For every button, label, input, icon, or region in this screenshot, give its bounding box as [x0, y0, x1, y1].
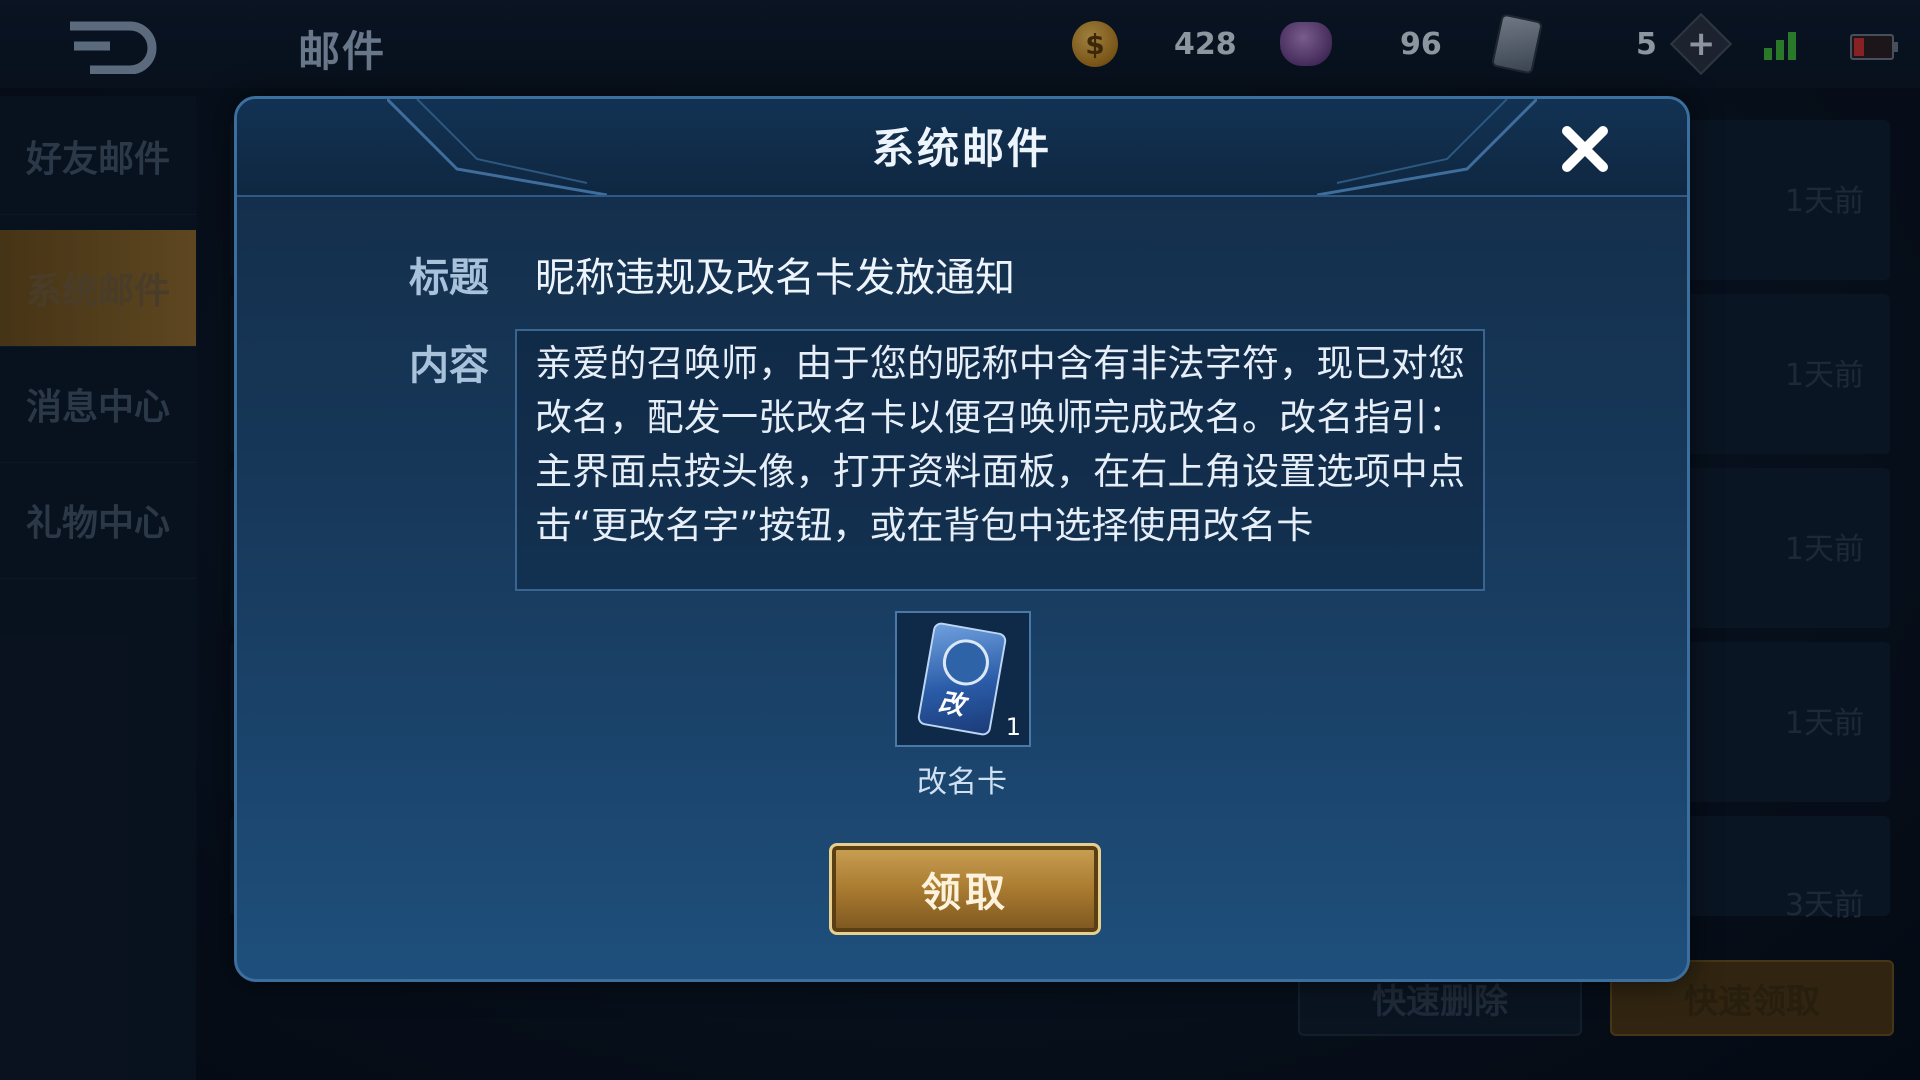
attachment-slot[interactable]: 改 1 [895, 611, 1031, 747]
dialog-title: 系统邮件 [871, 124, 1052, 173]
dialog-header: 系统邮件 [237, 99, 1687, 197]
subject-label: 标题 [409, 255, 489, 301]
emblem-icon [939, 635, 993, 690]
mail-subject: 昵称违规及改名卡发放通知 [535, 255, 1015, 301]
claim-button[interactable]: 领取 [829, 843, 1101, 935]
attachment-count: 1 [1005, 713, 1021, 741]
content-scroll-area[interactable]: 亲爱的召唤师，由于您的昵称中含有非法字符，现已对您改名，配发一张改名卡以便召唤师… [515, 329, 1485, 591]
card-character: 改 [935, 687, 967, 722]
mail-content: 亲爱的召唤师，由于您的昵称中含有非法字符，现已对您改名，配发一张改名卡以便召唤师… [535, 342, 1465, 547]
attachment-name: 改名卡 [917, 765, 1007, 800]
content-label: 内容 [409, 343, 489, 389]
system-mail-dialog: 系统邮件 标题 昵称违规及改名卡发放通知 内容 亲爱的召唤师，由于您的昵称中含有… [234, 96, 1690, 982]
rename-card-icon: 改 [916, 621, 1008, 737]
close-icon[interactable] [1555, 119, 1615, 179]
